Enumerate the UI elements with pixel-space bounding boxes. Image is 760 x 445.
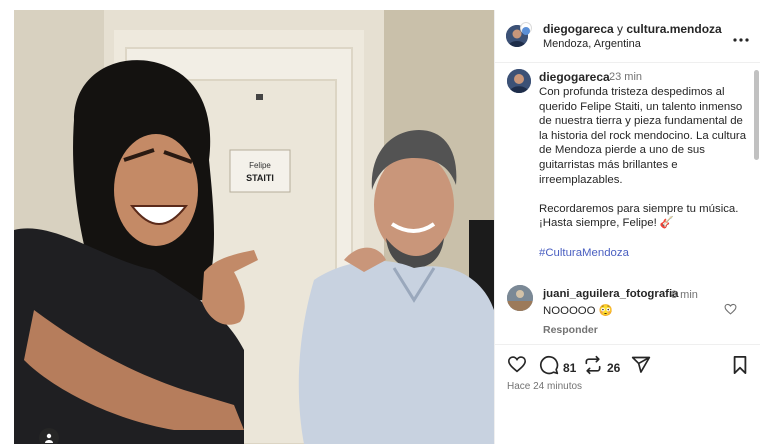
repost-icon xyxy=(583,355,603,380)
page-margin xyxy=(0,0,14,444)
post-photo[interactable]: Felipe STAITI xyxy=(14,10,494,444)
photo-illustration: Felipe STAITI xyxy=(14,10,494,444)
comment-avatar[interactable] xyxy=(507,285,533,311)
coauthor-username[interactable]: cultura.mendoza xyxy=(626,22,721,36)
scrollbar-thumb[interactable] xyxy=(754,70,759,160)
post-authors: diegogareca y cultura.mendoza xyxy=(543,22,722,36)
post-location[interactable]: Mendoza, Argentina xyxy=(543,38,641,50)
comment-button[interactable]: 81 xyxy=(539,355,576,380)
tagged-user-icon[interactable] xyxy=(39,428,59,444)
caption-author-avatar[interactable] xyxy=(507,69,531,93)
door-sign-line1: Felipe xyxy=(249,161,271,170)
comments-scrollbar[interactable] xyxy=(753,70,759,342)
authors-connector: y xyxy=(613,22,627,36)
caption-paragraph-1: Con profunda tristeza despedimos al quer… xyxy=(539,86,747,186)
more-horizontal-icon[interactable] xyxy=(733,29,749,47)
post-side-panel: diegogareca y cultura.mendoza Mendoza, A… xyxy=(494,10,760,444)
repost-count: 26 xyxy=(607,360,621,375)
caption-time: 23 min xyxy=(609,71,643,83)
comment-username[interactable]: juani_aguilera_fotografia xyxy=(543,288,678,300)
hashtag-link[interactable]: #CulturaMendoza xyxy=(539,246,749,261)
door-sign-line2: STAITI xyxy=(246,173,274,183)
comment-time: 8 min xyxy=(671,289,698,301)
comment-icon xyxy=(539,355,559,380)
comment-count: 81 xyxy=(563,360,577,375)
comment-heart-icon[interactable] xyxy=(724,302,737,320)
coauthor-avatar[interactable] xyxy=(520,22,532,35)
bookmark-icon[interactable] xyxy=(731,355,749,375)
share-icon[interactable] xyxy=(631,355,651,375)
post-timestamp[interactable]: Hace 24 minutos xyxy=(507,381,582,392)
comment-text: NOOOOO 😳 xyxy=(543,305,613,317)
comments-section: diegogareca 23 min Con profunda tristeza… xyxy=(495,63,753,346)
heart-icon[interactable] xyxy=(507,355,527,373)
author-username[interactable]: diegogareca xyxy=(543,22,614,36)
caption-username[interactable]: diegogareca xyxy=(539,70,610,84)
repost-button[interactable]: 26 xyxy=(583,355,620,380)
post-header: diegogareca y cultura.mendoza Mendoza, A… xyxy=(495,10,760,63)
caption-text: Con profunda tristeza despedimos al quer… xyxy=(539,85,749,275)
caption-paragraph-2: Recordaremos para siempre tu música. ¡Ha… xyxy=(539,202,739,230)
post-actions-bar: 81 26 Hace 24 minutos xyxy=(495,344,760,445)
reply-button[interactable]: Responder xyxy=(543,324,598,336)
